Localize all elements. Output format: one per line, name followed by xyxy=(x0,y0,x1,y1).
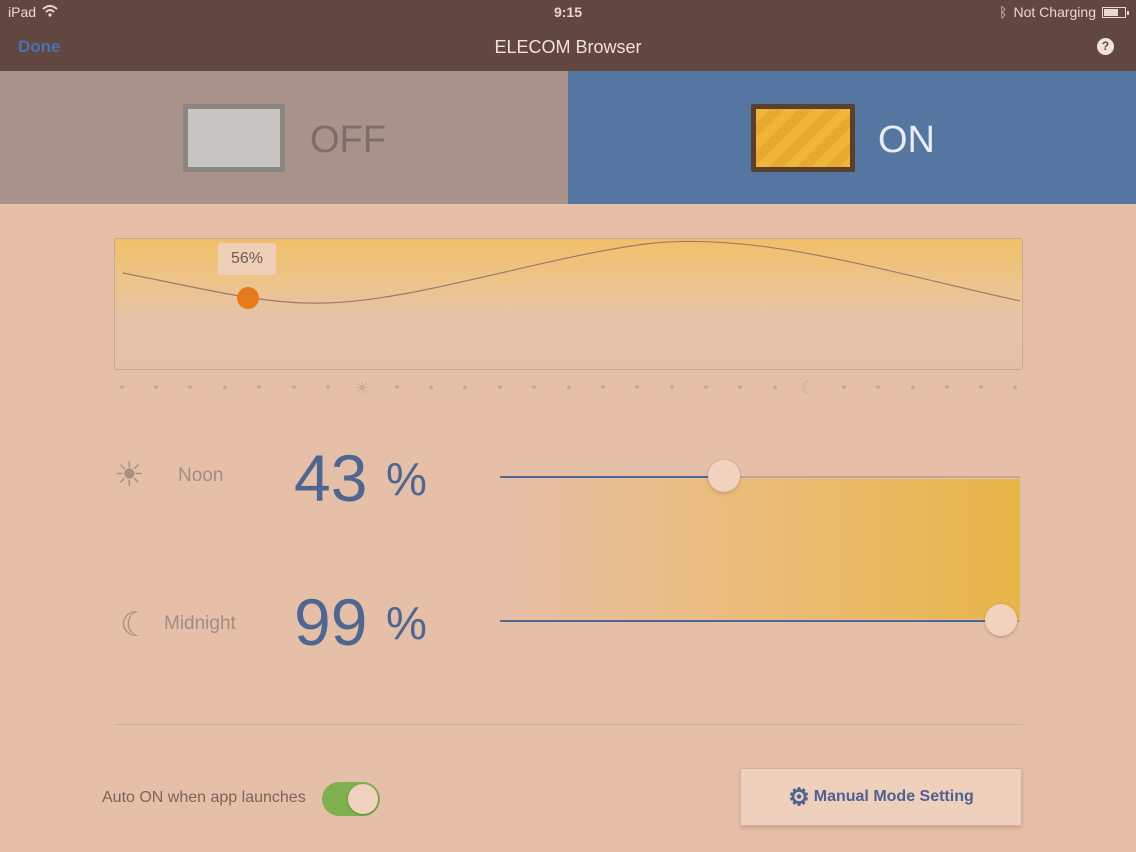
time-ticks: ☀ ☾ xyxy=(114,378,1023,398)
filter-curve-graph[interactable]: 56% xyxy=(114,238,1023,370)
screen-on-icon xyxy=(751,104,855,172)
status-time: 9:15 xyxy=(553,4,583,20)
page-title: ELECOM Browser xyxy=(494,37,642,57)
screen-off-icon xyxy=(183,104,285,172)
tick xyxy=(601,385,605,389)
help-icon[interactable]: ? xyxy=(1097,38,1114,55)
tick xyxy=(463,385,467,389)
tick xyxy=(154,385,158,389)
tick xyxy=(223,385,227,389)
midnight-unit: % xyxy=(386,597,427,649)
current-time-marker[interactable] xyxy=(237,287,259,309)
gear-icon: ⚙ xyxy=(788,783,810,811)
status-bar: iPad 9:15 ᛒ Not Charging xyxy=(0,0,1136,24)
intensity-gradient xyxy=(500,479,1020,619)
toggle-knob xyxy=(348,784,378,814)
divider xyxy=(114,724,1023,725)
on-label: ON xyxy=(878,119,935,161)
tick xyxy=(429,385,433,389)
midnight-label: Midnight xyxy=(164,613,236,634)
sun-icon: ☀ xyxy=(114,456,145,494)
sun-tick-icon: ☀ xyxy=(354,378,371,398)
tick xyxy=(876,385,880,389)
manual-mode-label: Manual Mode Setting xyxy=(813,788,974,805)
tick xyxy=(188,385,192,389)
tick xyxy=(670,385,674,389)
tick xyxy=(120,385,124,389)
midnight-slider-knob[interactable] xyxy=(985,604,1017,636)
bluetooth-icon: ᛒ xyxy=(999,4,1008,20)
tick xyxy=(567,385,571,389)
tick xyxy=(773,385,777,389)
tick xyxy=(911,385,915,389)
midnight-value: 99 xyxy=(294,585,368,659)
on-segment[interactable]: ON xyxy=(568,71,1136,204)
tick xyxy=(326,385,330,389)
noon-unit: % xyxy=(386,453,427,505)
charging-label: Not Charging xyxy=(1013,4,1097,20)
manual-mode-setting-button[interactable]: ⚙ Manual Mode Setting xyxy=(740,768,1022,826)
tick xyxy=(945,385,949,389)
tick xyxy=(979,385,983,389)
tick xyxy=(395,385,399,389)
tick xyxy=(532,385,536,389)
noon-value: 43 xyxy=(294,441,368,515)
tick xyxy=(635,385,639,389)
tick xyxy=(498,385,502,389)
noon-slider-knob[interactable] xyxy=(708,460,740,492)
auto-on-label: Auto ON when app launches xyxy=(102,789,306,806)
tick xyxy=(257,385,261,389)
off-segment[interactable]: OFF xyxy=(0,71,568,204)
battery-icon xyxy=(1102,6,1129,18)
status-right: ᛒ Not Charging xyxy=(999,4,1129,20)
value-tooltip: 56% xyxy=(218,243,276,275)
auto-on-toggle[interactable] xyxy=(322,782,380,816)
tick xyxy=(738,385,742,389)
tick xyxy=(704,385,708,389)
tick xyxy=(842,385,846,389)
noon-slider-track-filled xyxy=(500,476,724,478)
moon-icon: ☾ xyxy=(120,606,151,644)
moon-tick-icon: ☾ xyxy=(800,378,817,398)
midnight-slider-track-filled xyxy=(500,620,1000,622)
noon-slider-track[interactable] xyxy=(724,476,1020,478)
tick xyxy=(1013,385,1017,389)
tick xyxy=(292,385,296,389)
navigation-bar: Done ELECOM Browser ? xyxy=(0,24,1136,71)
noon-label: Noon xyxy=(178,465,224,486)
off-label: OFF xyxy=(310,119,386,161)
